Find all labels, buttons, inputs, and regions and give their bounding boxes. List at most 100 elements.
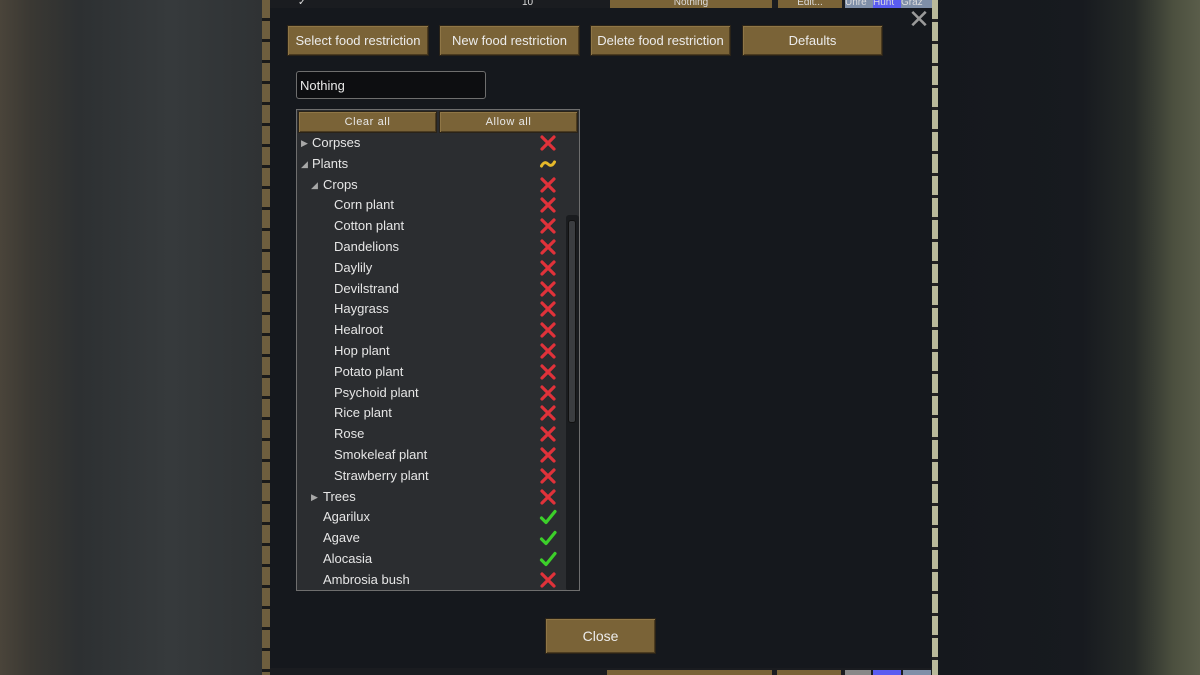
cross-icon[interactable] [539, 176, 557, 194]
filter-row[interactable]: Psychoid plant [297, 383, 565, 404]
partial-tilde-icon[interactable] [539, 155, 557, 173]
filter-row[interactable]: Ambrosia bush [297, 570, 565, 590]
filter-row-label: Rice plant [334, 405, 392, 421]
filter-row-label: Smokeleaf plant [334, 446, 428, 462]
select-food-restriction-button[interactable]: Select food restriction [287, 25, 429, 56]
filter-row[interactable]: Devilstrand [297, 279, 565, 300]
checkmark-icon[interactable] [539, 508, 557, 526]
cross-icon[interactable] [539, 446, 557, 464]
cross-icon[interactable] [539, 488, 557, 506]
defaults-button[interactable]: Defaults [742, 25, 883, 56]
close-icon[interactable]: ✕ [908, 6, 930, 32]
background-cell [903, 670, 931, 675]
food-restriction-dialog: ✕ Select food restriction New food restr… [270, 6, 932, 668]
collapse-arrow-icon[interactable]: ◢ [301, 154, 311, 174]
expand-arrow-icon[interactable]: ▶ [301, 133, 311, 153]
filter-row-label: Hop plant [334, 342, 390, 358]
delete-food-restriction-button[interactable]: Delete food restriction [590, 25, 731, 56]
filter-row[interactable]: Corn plant [297, 195, 565, 216]
filter-rows: ▶ Corpses ◢ Plants ◢ Crops Corn plant Cotton pl… [297, 133, 565, 590]
filter-row-label: Ambrosia bush [323, 571, 410, 587]
close-button[interactable]: Close [545, 618, 656, 654]
filter-row-label: Plants [312, 155, 349, 171]
filter-row[interactable]: Agarilux [297, 507, 565, 528]
background-button-column [262, 0, 270, 675]
filter-row-label: Strawberry plant [334, 467, 429, 483]
scrollbar-thumb[interactable] [568, 220, 576, 423]
filter-row-label: Agarilux [323, 509, 370, 525]
filter-row[interactable]: ◢ Plants [297, 154, 565, 175]
filter-row[interactable]: ▶ Trees [297, 487, 565, 508]
filter-row[interactable]: Strawberry plant [297, 466, 565, 487]
background-cell [845, 670, 871, 675]
filter-row-label: Cotton plant [334, 218, 405, 234]
filter-row-label: Devilstrand [334, 280, 400, 296]
cross-icon[interactable] [539, 217, 557, 235]
background-tab: Unre [845, 0, 873, 8]
filter-row[interactable]: Agave [297, 528, 565, 549]
filter-row[interactable]: ◢ Crops [297, 175, 565, 196]
cross-icon[interactable] [539, 342, 557, 360]
cross-icon[interactable] [539, 467, 557, 485]
filter-row-label: Rose [334, 426, 365, 442]
blurred-background-left [0, 0, 262, 675]
cross-icon[interactable] [539, 425, 557, 443]
cross-icon[interactable] [539, 238, 557, 256]
filter-row-label: Corn plant [334, 197, 394, 213]
clear-all-button[interactable]: Clear all [298, 111, 437, 133]
cross-icon[interactable] [539, 280, 557, 298]
expand-arrow-icon[interactable]: ▶ [311, 487, 321, 507]
filter-row[interactable]: Haygrass [297, 299, 565, 320]
filter-row[interactable]: ▶ Corpses [297, 133, 565, 154]
filter-row[interactable]: Daylily [297, 258, 565, 279]
food-filter-list: Clear all Allow all ▶ Corpses ◢ Plants ◢ Crop… [296, 109, 580, 591]
filter-row-label: Alocasia [323, 550, 373, 566]
background-value: 10 [522, 0, 534, 8]
filter-row-label: Crops [323, 176, 358, 192]
cross-icon[interactable] [539, 134, 557, 152]
cross-icon[interactable] [539, 404, 557, 422]
cross-icon[interactable] [539, 300, 557, 318]
background-edit: Edit... [778, 0, 842, 8]
filter-row[interactable]: Smokeleaf plant [297, 445, 565, 466]
filter-row[interactable]: Potato plant [297, 362, 565, 383]
filter-row[interactable]: Rose [297, 424, 565, 445]
filter-row-label: Daylily [334, 259, 373, 275]
filter-row-label: Agave [323, 530, 360, 546]
cross-icon[interactable] [539, 259, 557, 277]
background-scroll-column [932, 0, 938, 675]
checkmark-icon[interactable] [539, 529, 557, 547]
background-cell [873, 670, 901, 675]
collapse-arrow-icon[interactable]: ◢ [311, 175, 321, 195]
restriction-name-input[interactable] [296, 71, 486, 99]
background-header-row: ✓ 10 Nothing Edit... Unre Hunt Graz [270, 0, 932, 8]
cross-icon[interactable] [539, 363, 557, 381]
filter-row[interactable]: Healroot [297, 320, 565, 341]
filter-row[interactable]: Cotton plant [297, 216, 565, 237]
checkmark-icon[interactable] [539, 550, 557, 568]
filter-row-label: Potato plant [334, 363, 404, 379]
background-cell [777, 670, 841, 675]
background-policy: Nothing [610, 0, 772, 8]
filter-row-label: Psychoid plant [334, 384, 419, 400]
filter-row[interactable]: Hop plant [297, 341, 565, 362]
cross-icon[interactable] [539, 196, 557, 214]
filter-row-label: Trees [323, 488, 356, 504]
filter-row[interactable]: Dandelions [297, 237, 565, 258]
filter-row-label: Dandelions [334, 238, 400, 254]
filter-row-label: Haygrass [334, 301, 389, 317]
filter-row[interactable]: Rice plant [297, 403, 565, 424]
background-footer-row [270, 668, 932, 675]
filter-row[interactable]: Alocasia [297, 549, 565, 570]
check-icon: ✓ [298, 0, 307, 8]
filter-row-label: Corpses [312, 135, 361, 150]
new-food-restriction-button[interactable]: New food restriction [439, 25, 580, 56]
cross-icon[interactable] [539, 384, 557, 402]
blurred-background-right [938, 0, 1200, 675]
background-tab: Hunt [873, 0, 901, 8]
cross-icon[interactable] [539, 321, 557, 339]
allow-all-button[interactable]: Allow all [439, 111, 578, 133]
background-cell [607, 670, 772, 675]
cross-icon[interactable] [539, 571, 557, 589]
filter-row-label: Healroot [334, 322, 384, 338]
